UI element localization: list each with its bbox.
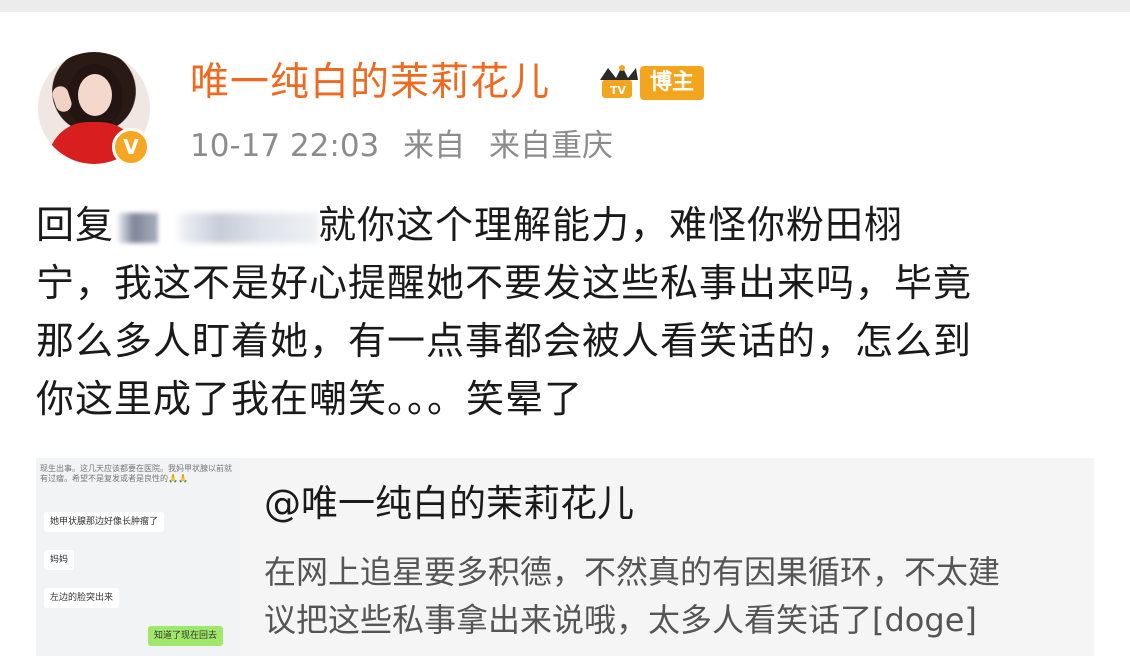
thumb-bubble: 知道了现在回去: [148, 626, 224, 646]
svg-text:TV: TV: [610, 84, 627, 97]
author-badge: 博主: [640, 66, 705, 100]
avatar-face: [78, 74, 112, 116]
verified-v-icon: V: [112, 128, 150, 166]
post-meta: 10-17 22:03 来自 来自重庆: [190, 124, 627, 168]
quoted-text: 在网上追星要多积德，不然真的有因果循环，不太建 议把这些私事拿出来说哦，太多人看…: [264, 548, 1084, 644]
quoted-line-1: 在网上追星要多积德，不然真的有因果循环，不太建: [264, 553, 1001, 591]
thumb-header: 现生出事。这几天应该都要在医院。我妈甲状腺以前就有过瘤。希望不是复发或者是良性的…: [40, 464, 232, 483]
post-source-prefix: 来自: [403, 128, 466, 164]
post-time: 10-17 22:03: [190, 128, 380, 164]
blurred-username: [118, 212, 159, 243]
post-body: 回复 就你这个理解能力，难怪你粉田栩 宁，我这不是好心提醒她不要发这些私事出来吗，…: [36, 196, 1106, 428]
thumb-bubble: 妈妈: [44, 550, 75, 570]
thumb-bubble: 左边的脸突出来: [44, 588, 120, 608]
tv-crown-icon: TV: [600, 65, 638, 98]
quoted-author[interactable]: @唯一纯白的茉莉花儿: [264, 480, 634, 528]
quoted-thumbnail[interactable]: 现生出事。这几天应该都要在医院。我妈甲状腺以前就有过瘤。希望不是复发或者是良性的…: [36, 458, 240, 656]
quoted-line-2: 议把这些私事拿出来说哦，太多人看笑话了[doge]: [264, 601, 977, 639]
quoted-post-card[interactable]: 现生出事。这几天应该都要在医院。我妈甲状腺以前就有过瘤。希望不是复发或者是良性的…: [36, 458, 1094, 656]
top-bar: [0, 0, 1130, 12]
post-source: 来自重庆: [489, 128, 613, 164]
post-line-4: 你这里成了我在嘲笑。。。笑晕了: [36, 377, 584, 421]
author-name[interactable]: 唯一纯白的茉莉花儿: [190, 58, 550, 108]
reply-prefix: 回复: [36, 203, 115, 247]
blurred-username-2: [178, 212, 319, 243]
reply-text: 就你这个理解能力，难怪你粉田栩: [318, 203, 904, 247]
post-line-2: 宁，我这不是好心提醒她不要发这些私事出来吗，毕竟: [36, 261, 973, 305]
post-line-1: 回复 就你这个理解能力，难怪你粉田栩: [36, 196, 1106, 254]
thumb-bubble: 她甲状腺那边好像长肿瘤了: [44, 512, 165, 532]
post-line-3: 那么多人盯着她，有一点事都会被人看笑话的，怎么到: [36, 319, 973, 363]
